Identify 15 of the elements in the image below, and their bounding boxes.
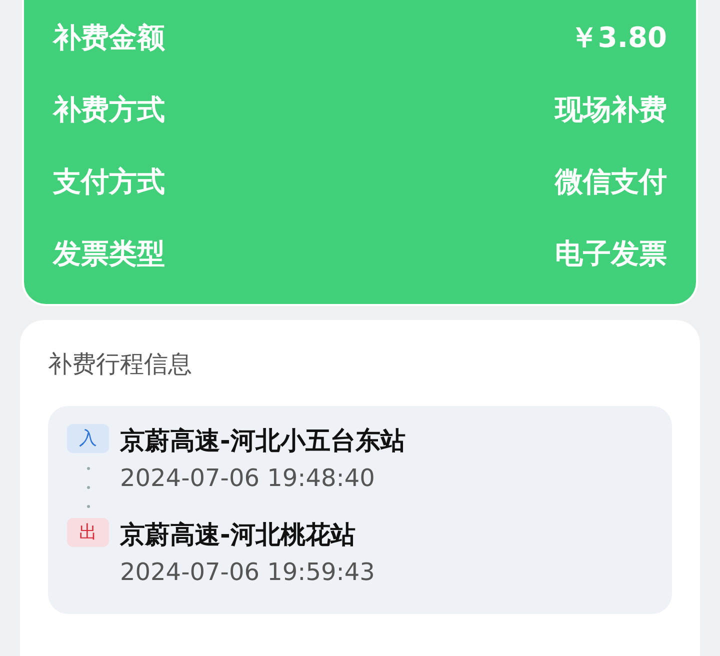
entry-badge: 入 — [67, 424, 109, 453]
field-label: 支付方式 — [53, 164, 165, 200]
section-title: 补费行程信息 — [48, 349, 193, 380]
field-value: 现场补费 — [555, 92, 667, 128]
field-label: 发票类型 — [53, 236, 165, 272]
station-name: 京蔚高速-河北小五台东站 — [120, 425, 406, 457]
field-value: ￥3.80 — [570, 20, 667, 56]
field-label: 补费方式 — [53, 92, 165, 128]
timestamp: 2024-07-06 19:48:40 — [120, 463, 376, 494]
field-label: 补费金额 — [53, 20, 165, 56]
field-value: 电子发票 — [555, 236, 667, 272]
field-value: 微信支付 — [555, 164, 667, 200]
station-name: 京蔚高速-河北桃花站 — [120, 519, 356, 551]
timestamp: 2024-07-06 19:59:43 — [120, 557, 375, 588]
exit-badge: 出 — [67, 518, 109, 547]
